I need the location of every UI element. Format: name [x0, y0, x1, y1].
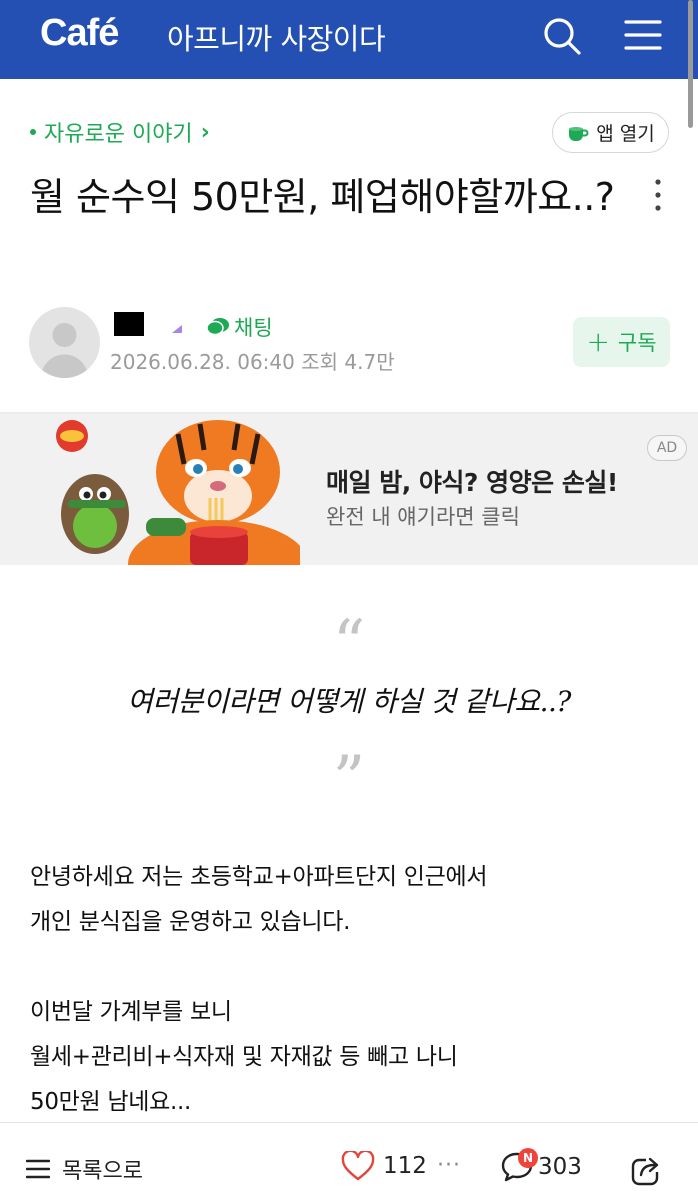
- chat-bubble-icon: [206, 318, 229, 336]
- post-date: 2026.06.28. 06:40: [110, 350, 295, 374]
- like-count: 112: [383, 1153, 427, 1179]
- body-line: 월세+관리비+식자재 및 자재값 등 빼고 나니: [30, 1044, 458, 1070]
- share-icon[interactable]: [630, 1153, 664, 1187]
- ad-label-badge[interactable]: AD: [647, 435, 687, 461]
- chat-button[interactable]: 채팅: [206, 312, 273, 342]
- cafe-name[interactable]: 아프니까 사장이다: [167, 16, 386, 58]
- chevron-right-icon: ›: [200, 119, 210, 145]
- chat-label: 채팅: [234, 316, 273, 340]
- ad-banner[interactable]: 매일 밤, 야식? 영양은 손실! 완전 내 얘기라면 클릭 AD: [0, 414, 698, 565]
- body-line: 이번달 가계부를 보니: [30, 999, 232, 1025]
- body-line: 개인 분식집을 운영하고 있습니다.: [30, 909, 351, 935]
- bottom-action-bar: 목록으로 112 ··· 303: [0, 1122, 698, 1200]
- back-to-list-button[interactable]: 목록으로: [26, 1153, 143, 1185]
- avatar-person-icon: [41, 323, 88, 378]
- cafe-logo[interactable]: Café: [40, 12, 119, 55]
- back-to-list-label: 목록으로: [62, 1159, 143, 1184]
- quote-close-icon: ”: [332, 743, 366, 817]
- heart-icon: [341, 1151, 375, 1181]
- comment-button[interactable]: 303: [500, 1151, 582, 1183]
- author-name-redacted[interactable]: [114, 312, 144, 336]
- quote-text: 여러분이라면 어떻게 하실 것 같나요..?: [127, 685, 571, 718]
- new-comment-badge: N: [518, 1148, 538, 1168]
- author-avatar[interactable]: [29, 307, 100, 378]
- post-body: 안녕하세요 저는 초등학교+아파트단지 인근에서 개인 분식집을 운영하고 있습…: [30, 855, 670, 1125]
- scrollbar[interactable]: [688, 0, 693, 128]
- plus-icon: +: [586, 325, 610, 358]
- app-open-button[interactable]: 앱 열기: [552, 112, 669, 153]
- body-line: 50만원 남네요...: [30, 1089, 192, 1115]
- post-title: 월 순수익 50만원, 폐업해야할까요..?: [30, 175, 615, 219]
- member-grade-icon: [172, 325, 182, 333]
- list-icon: [26, 1159, 50, 1179]
- coffee-cup-icon: [569, 126, 589, 141]
- post-meta: 2026.06.28. 06:40 조회 4.7만: [110, 346, 395, 375]
- top-header: Café 아프니까 사장이다: [0, 0, 698, 79]
- subscribe-label: 구독: [617, 331, 657, 355]
- bullet-dot: [30, 129, 36, 135]
- board-category-label: 자유로운 이야기: [44, 122, 193, 147]
- app-open-label: 앱 열기: [596, 123, 655, 145]
- comment-count: 303: [538, 1154, 582, 1180]
- menu-icon[interactable]: [624, 18, 662, 52]
- body-blank-line: [30, 945, 670, 990]
- body-line: 안녕하세요 저는 초등학교+아파트단지 인근에서: [30, 864, 488, 890]
- quote-open-icon: “: [332, 607, 366, 681]
- board-category-link[interactable]: 자유로운 이야기 ›: [30, 116, 210, 148]
- ad-title: 매일 밤, 야식? 영양은 손실!: [326, 468, 618, 497]
- ad-subtitle: 완전 내 얘기라면 클릭: [326, 505, 520, 529]
- ad-illustration-image: [56, 420, 300, 565]
- post-views: 조회 4.7만: [301, 350, 395, 374]
- more-reactions-button[interactable]: ···: [437, 1153, 461, 1178]
- subscribe-button[interactable]: + 구독: [573, 317, 670, 367]
- like-button[interactable]: 112: [341, 1151, 427, 1181]
- more-vertical-icon[interactable]: [652, 178, 664, 212]
- search-icon[interactable]: [542, 16, 582, 56]
